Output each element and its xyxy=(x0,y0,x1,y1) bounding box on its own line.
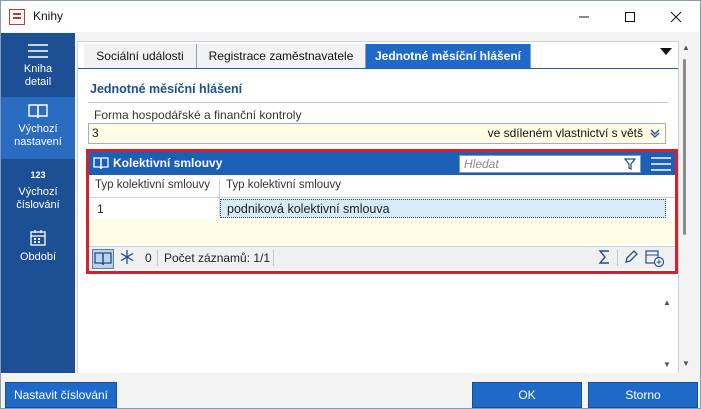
add-record-icon[interactable] xyxy=(645,249,665,267)
window-scrollbar[interactable]: ▲ ▼ xyxy=(681,41,691,373)
footer-separator xyxy=(273,250,274,266)
cancel-button[interactable]: Storno xyxy=(588,382,698,408)
maximize-icon xyxy=(625,11,635,22)
scroll-up-arrow-icon[interactable]: ▲ xyxy=(662,298,672,307)
detail-view-button[interactable] xyxy=(92,249,114,269)
cell-code: 1 xyxy=(97,202,104,216)
app-window: Knihy Kniha detail Výchozí nastavení 123… xyxy=(0,0,701,409)
grid-empty-area xyxy=(89,219,675,244)
dropdown-icon[interactable] xyxy=(650,128,660,138)
sidebar: Kniha detail Výchozí nastavení 123 Výcho… xyxy=(1,33,75,373)
cell-name-text: podniková kolektivní smlouva xyxy=(227,202,390,216)
sidebar-item-label: Výchozí xyxy=(18,123,58,135)
scroll-up-arrow-icon[interactable]: ▲ xyxy=(681,43,691,52)
grid-header: Kolektivní smlouvy Hledat xyxy=(89,152,675,175)
header-divider xyxy=(89,197,675,198)
sidebar-item-label: Výchozí xyxy=(18,186,58,198)
content-scrollbar[interactable]: ▲ ▼ xyxy=(662,298,672,370)
search-input[interactable]: Hledat xyxy=(459,155,641,173)
sidebar-item-label: Kniha xyxy=(23,63,53,75)
filter-icon[interactable] xyxy=(624,158,636,170)
footer-separator xyxy=(157,250,158,266)
book-icon xyxy=(93,157,109,170)
sidebar-item-vychozi-nastaveni[interactable]: Výchozí nastavení xyxy=(1,97,75,159)
maximize-button[interactable] xyxy=(607,1,653,32)
tab-jednotne-mesicni-hlaseni[interactable]: Jednotné měsíční hlášení xyxy=(366,44,531,68)
kolektivni-smlouvy-grid: Kolektivní smlouvy Hledat Typ kolektivní… xyxy=(86,149,678,274)
forma-kontroly-field[interactable]: 3 ve sdíleném vlastnictví s větš xyxy=(88,123,666,144)
content-panel: Sociální události Registrace zaměstnavat… xyxy=(77,41,679,375)
grid-menu-icon[interactable] xyxy=(651,157,671,171)
selected-count: 0 xyxy=(145,251,152,265)
column-header-code[interactable]: Typ kolektivní smlouvy xyxy=(95,179,210,197)
close-icon xyxy=(670,11,682,22)
grid-title: Kolektivní smlouvy xyxy=(113,156,223,170)
tab-registrace-zamestnavatele[interactable]: Registrace zaměstnavatele xyxy=(197,44,366,68)
calendar-icon xyxy=(30,230,46,246)
sidebar-item-label: Období xyxy=(19,251,57,263)
snowflake-icon[interactable] xyxy=(119,249,139,267)
book-icon xyxy=(94,252,112,266)
app-logo-icon xyxy=(9,9,25,25)
tab-strip: Sociální události Registrace zaměstnavat… xyxy=(78,42,678,69)
sidebar-item-vychozi-cislovani[interactable]: 123 Výchozí číslování xyxy=(1,163,75,221)
scroll-down-arrow-icon[interactable]: ▼ xyxy=(681,359,691,368)
scrollbar-thumb[interactable] xyxy=(683,59,686,235)
ok-button[interactable]: OK xyxy=(472,382,582,408)
sidebar-item-label: číslování xyxy=(16,199,60,211)
tab-socialni-udalosti[interactable]: Sociální události xyxy=(84,44,197,68)
window-title: Knihy xyxy=(33,9,64,23)
close-button[interactable] xyxy=(653,1,699,32)
tab-menu-dropdown-icon[interactable] xyxy=(660,48,672,55)
footer-separator xyxy=(617,250,618,266)
sidebar-item-label: nastavení xyxy=(14,136,62,148)
sidebar-item-obdobi[interactable]: Období xyxy=(1,225,75,275)
section-title: Jednotné měsíční hlášení xyxy=(90,82,243,96)
field-label: Forma hospodářské a finanční kontroly xyxy=(94,108,302,122)
record-count: Počet záznamů: 1/1 xyxy=(164,251,271,265)
hamburger-icon xyxy=(28,44,48,58)
cell-name-selected[interactable]: podniková kolektivní smlouva xyxy=(220,199,666,218)
nastavit-cislovani-button[interactable]: Nastavit číslování xyxy=(5,382,117,408)
sidebar-item-label: detail xyxy=(24,76,52,88)
field-value: 3 xyxy=(92,126,99,140)
search-placeholder: Hledat xyxy=(464,157,499,171)
column-header-name[interactable]: Typ kolektivní smlouvy xyxy=(226,179,341,197)
section-divider xyxy=(88,102,668,103)
sidebar-item-kniha-detail[interactable]: Kniha detail xyxy=(1,39,75,97)
grid-footer: 0 Počet záznamů: 1/1 xyxy=(89,246,675,269)
scroll-down-arrow-icon[interactable]: ▼ xyxy=(662,360,672,369)
book-icon xyxy=(28,104,48,119)
minimize-icon xyxy=(579,16,589,17)
edit-pencil-icon[interactable] xyxy=(623,249,643,267)
title-bar: Knihy xyxy=(1,1,700,32)
table-row[interactable]: 1 podniková kolektivní smlouva xyxy=(89,199,675,218)
sum-icon[interactable] xyxy=(597,249,617,267)
numbering-icon: 123 xyxy=(30,170,46,180)
field-display-text: ve sdíleném vlastnictví s větš xyxy=(487,126,643,140)
minimize-button[interactable] xyxy=(561,1,607,32)
bottom-bar: Nastavit číslování OK Storno xyxy=(1,373,700,408)
